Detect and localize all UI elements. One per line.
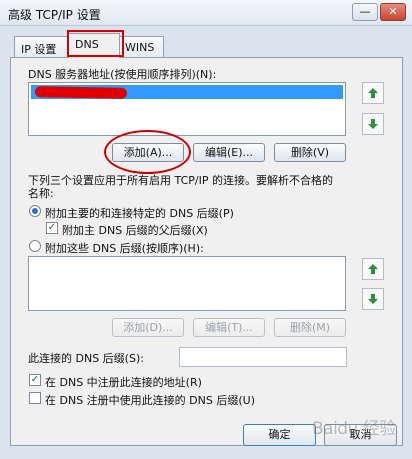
tab-ip-settings[interactable]: IP 设置 (14, 36, 68, 57)
edit-dns-button[interactable]: 编辑(E)... (193, 143, 265, 162)
ok-button[interactable]: 确定 (243, 424, 316, 446)
suffix-move-up-button[interactable] (362, 258, 384, 280)
move-down-button[interactable] (362, 113, 384, 135)
checkbox-register-address[interactable]: ✓ (29, 374, 41, 386)
arrow-up-icon (368, 88, 378, 98)
window-title: 高级 TCP/IP 设置 (8, 8, 101, 22)
arrow-down-icon (368, 294, 378, 304)
close-button[interactable]: ✕ (380, 3, 406, 21)
add-button-annotation-circle (104, 130, 191, 174)
suffix-description-line2: 名称: (28, 187, 54, 200)
connection-suffix-input[interactable] (179, 347, 347, 367)
arrow-up-icon (368, 264, 378, 274)
radio-append-suffixes[interactable] (29, 240, 41, 252)
radio-append-suffixes-label: 附加这些 DNS 后缀(按顺序)(H): (45, 242, 204, 255)
dns-suffix-list[interactable] (28, 256, 346, 311)
minus-icon: — (359, 5, 371, 18)
checkbox-parent-suffix[interactable]: ✓ (46, 222, 58, 234)
minimize-button[interactable]: — (352, 3, 378, 21)
suffix-move-down-button[interactable] (362, 288, 384, 310)
redaction-mark (34, 86, 128, 99)
radio-primary-suffix[interactable] (29, 205, 41, 217)
list-item[interactable] (31, 85, 343, 99)
delete-dns-button[interactable]: 删除(V) (274, 143, 346, 162)
close-icon: ✕ (388, 5, 398, 18)
radio-primary-suffix-label: 附加主要的和连接特定的 DNS 后缀(P) (45, 207, 234, 220)
checkbox-parent-suffix-label: 附加主 DNS 后缀的父后缀(X) (62, 224, 208, 237)
tab-wins[interactable]: WINS (118, 36, 164, 57)
connection-suffix-label: 此连接的 DNS 后缀(S): (28, 352, 144, 365)
arrow-down-icon (368, 119, 378, 129)
dns-servers-label: DNS 服务器地址(按使用顺序排列)(N): (28, 68, 217, 81)
watermark: Baidu 经验 (312, 419, 396, 439)
delete-suffix-button[interactable]: 删除(M) (274, 318, 346, 337)
checkbox-register-address-label: 在 DNS 中注册此连接的地址(R) (45, 376, 202, 389)
dns-server-list[interactable] (28, 82, 346, 136)
add-suffix-button[interactable]: 添加(D)... (112, 318, 184, 337)
checkbox-use-suffix[interactable] (29, 392, 41, 404)
checkbox-use-suffix-label: 在 DNS 注册中使用此连接的 DNS 后缀(U) (45, 394, 255, 407)
tab-dns[interactable]: DNS (68, 33, 120, 58)
suffix-description-line1: 下列三个设置应用于所有启用 TCP/IP 的连接。要解析不合格的 (28, 174, 333, 187)
edit-suffix-button[interactable]: 编辑(T)... (193, 318, 265, 337)
move-up-button[interactable] (362, 82, 384, 104)
